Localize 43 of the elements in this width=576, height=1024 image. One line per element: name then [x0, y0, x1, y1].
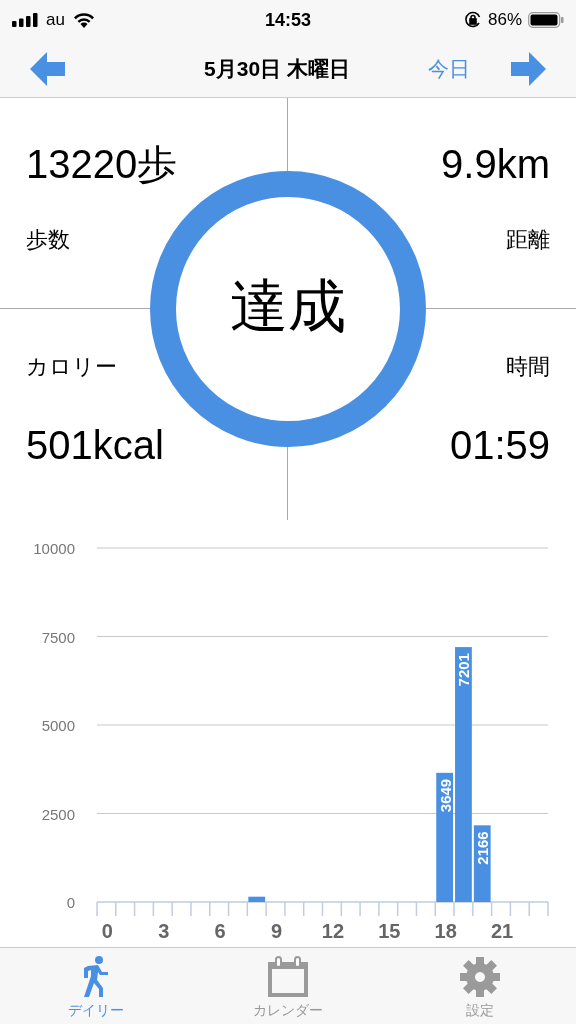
next-day-button[interactable]: [510, 51, 546, 86]
y-tick-label: 2500: [41, 805, 75, 823]
signal-icon: [12, 13, 38, 27]
carrier-name: au: [46, 10, 65, 30]
walking-person-icon: [82, 956, 110, 998]
stat-value: 13220歩: [26, 141, 179, 188]
stat-value: 9.9km: [441, 141, 550, 188]
x-tick-label: 12: [321, 920, 344, 940]
x-tick-label: 6: [214, 920, 226, 940]
today-button[interactable]: 今日: [428, 54, 470, 83]
tab[interactable]: カレンダー: [192, 948, 384, 1024]
x-tick-label: 3: [158, 920, 170, 940]
battery-percentage: 86%: [488, 10, 522, 30]
stat-value: 01:59: [449, 422, 550, 469]
stat-label: カロリー: [26, 353, 118, 381]
bar-value-label: 7201: [455, 653, 473, 687]
bar-value-label: 2166: [474, 831, 492, 865]
tab[interactable]: 設定: [384, 948, 576, 1024]
y-tick-label: 5000: [41, 717, 75, 734]
x-tick-label: 18: [434, 920, 457, 940]
clock-time: 14:53: [265, 9, 312, 31]
x-tick-label: 0: [101, 920, 113, 940]
y-tick-label: 0: [66, 894, 75, 911]
x-tick-label: 21: [490, 920, 514, 940]
previous-day-button[interactable]: [30, 51, 66, 86]
rotation-lock-icon: [464, 11, 482, 29]
x-tick-label: 9: [270, 920, 283, 940]
goal-status: 達成: [229, 272, 347, 340]
stat-label: 時間: [506, 353, 550, 381]
date-title: 5月30日 木曜日: [203, 55, 351, 82]
y-tick-label: 7500: [41, 628, 75, 646]
tab[interactable]: デイリー: [0, 948, 192, 1024]
stat-label: 距離: [506, 226, 550, 254]
calendar-icon: [267, 956, 309, 998]
stat-label: 歩数: [26, 226, 71, 254]
bar-value-label: 3649: [436, 778, 454, 813]
y-tick-label: 10000: [33, 540, 75, 557]
x-tick-label: 15: [378, 920, 401, 940]
bar: [248, 896, 266, 902]
stat-value: 501kcal: [26, 422, 165, 469]
gear-icon: [459, 956, 501, 998]
wifi-icon: [72, 12, 95, 28]
battery-icon: [528, 12, 564, 28]
